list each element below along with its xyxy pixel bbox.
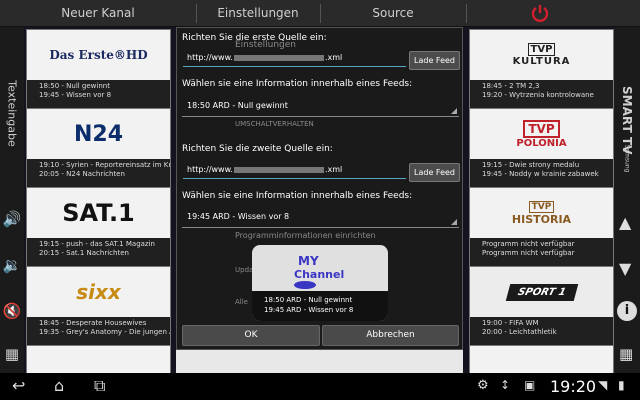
right-panel: SMART TV Samsung ▲ ▼ i ▦ xyxy=(614,27,640,373)
channel-tile-n24[interactable]: N24 19:10 - Syrien - Reportereinsatz im … xyxy=(26,108,171,188)
channel-logo: N24 xyxy=(27,109,170,159)
program-info: 19:15 - Dwie strony medalu 19:45 - Noddy … xyxy=(470,159,613,187)
volume-up-icon[interactable]: 🔊 xyxy=(0,207,24,231)
channel-logo: TVP POLONIA xyxy=(470,109,613,159)
left-panel: Texteingabe 🔊 🔉 🔇 ▦ xyxy=(0,27,24,373)
channel-logo: TVP HISTORIA xyxy=(470,188,613,238)
channel-logo: TVP KULTURA xyxy=(470,30,613,80)
system-nav-bar: ↩ ⌂ ⧉ ⚙ ↕ ▣ 19:20 ◥ ▮ xyxy=(0,373,640,400)
recent-apps-icon[interactable]: ⧉ xyxy=(94,376,105,396)
channel-logo: SAT.1 xyxy=(27,188,170,238)
chevron-up-icon[interactable]: ▲ xyxy=(619,213,631,232)
toast-info: 18:50 ARD - Null gewinnt 19:45 ARD - Wis… xyxy=(252,291,388,321)
channel-tile-tvp-polonia[interactable]: TVP POLONIA 19:15 - Dwie strony medalu 19… xyxy=(469,108,614,188)
channel-tile-sport1[interactable]: SPORT 1 19:00 - FIFA WM 20:00 - Leichtath… xyxy=(469,266,614,346)
ghost-alle: Alle xyxy=(235,298,248,306)
ghost-program: Programminformationen einrichten xyxy=(235,231,376,240)
volume-down-icon[interactable]: 🔉 xyxy=(0,253,24,277)
top-bar: Neuer Kanal Einstellungen Source xyxy=(0,0,640,27)
channel-logo: SPORT 1 xyxy=(470,267,613,317)
grid-icon[interactable]: ▦ xyxy=(619,345,633,363)
ghost-header: UMSCHALTVERHALTEN xyxy=(235,120,314,128)
cancel-button[interactable]: Abbrechen xyxy=(322,325,459,346)
program-info: Programm nicht verfügbar Programm nicht v… xyxy=(470,238,613,266)
load-feed-1-button[interactable]: Lade Feed xyxy=(409,51,460,70)
back-icon[interactable]: ↩ xyxy=(12,376,25,395)
divider xyxy=(466,4,467,23)
chevron-down-icon[interactable]: ▼ xyxy=(619,259,631,278)
tab-source[interactable]: Source xyxy=(320,0,466,27)
program-info: 19:15 - push - das SAT.1 Magazin 20:15 - … xyxy=(27,238,170,266)
channel-logo xyxy=(470,346,613,374)
info1-label: Wählen sie eine Information innerhalb ei… xyxy=(182,79,413,89)
load-feed-2-button[interactable]: Lade Feed xyxy=(409,163,460,182)
channel-tile-partial xyxy=(176,350,463,373)
channel-tile-partial[interactable] xyxy=(469,345,614,375)
channel-tile-das-erste[interactable]: Das Erste®HD 18:50 - Null gewinnt 19:45 -… xyxy=(26,29,171,109)
mute-icon[interactable]: 🔇 xyxy=(0,299,24,323)
battery-icon: ▮ xyxy=(618,378,625,392)
program-info: 18:50 - Null gewinnt 19:45 - Wissen vor 8 xyxy=(27,80,170,108)
tab-neuer-kanal[interactable]: Neuer Kanal xyxy=(0,0,196,27)
program-info: 19:10 - Syrien - Reportereinsatz im Krie… xyxy=(27,159,170,187)
source2-label: Richten Sie die zweite Quelle ein: xyxy=(182,144,333,154)
samsung-brand: Samsung xyxy=(623,144,631,173)
ok-button[interactable]: OK xyxy=(182,325,320,346)
source1-url-input[interactable]: http://www. .xml xyxy=(183,50,406,67)
channel-tile-sixx[interactable]: sixx 18:45 - Desperate Housewives 19:35 -… xyxy=(26,266,171,346)
channel-tile-tvp-kultura[interactable]: TVP KULTURA 18:45 - 2 TM 2,3 19:20 - Wytr… xyxy=(469,29,614,109)
source1-label: Richten Sie die erste Quelle ein: xyxy=(182,33,327,43)
info2-label: Wählen sie eine Information innerhalb ei… xyxy=(182,191,413,201)
channel-tile-tvp-historia[interactable]: TVP HISTORIA Programm nicht verfügbar Pro… xyxy=(469,187,614,267)
my-channel-logo: MY Channel xyxy=(288,254,358,289)
channel-logo: sixx xyxy=(27,267,170,317)
home-icon[interactable]: ⌂ xyxy=(54,376,64,395)
channel-tile-sat1[interactable]: SAT.1 19:15 - push - das SAT.1 Magazin 20… xyxy=(26,187,171,267)
grid-icon[interactable]: ▦ xyxy=(0,342,24,366)
usb-icon: ↕ xyxy=(500,378,511,392)
wifi-icon: ◥ xyxy=(598,378,608,392)
program-info: 18:45 - Desperate Housewives 19:35 - Grey… xyxy=(27,317,170,345)
tab-einstellungen[interactable]: Einstellungen xyxy=(196,0,320,27)
power-icon[interactable] xyxy=(530,3,550,23)
info2-dropdown[interactable]: 19:45 ARD - Wissen vor 8 xyxy=(182,206,459,228)
info1-dropdown[interactable]: 18:50 ARD - Null gewinnt xyxy=(182,95,459,117)
channel-logo xyxy=(27,346,170,374)
image-icon: ▣ xyxy=(524,378,536,392)
clock: 19:20 xyxy=(550,377,597,396)
preview-toast: MY Channel 18:50 ARD - Null gewinnt 19:4… xyxy=(252,245,388,321)
channel-tile-partial[interactable] xyxy=(26,345,171,375)
program-info: 19:00 - FIFA WM 20:00 - Leichtathletik xyxy=(470,317,613,345)
channel-logo: Das Erste®HD xyxy=(27,30,170,80)
info-icon[interactable]: i xyxy=(617,301,637,321)
texteingabe-label[interactable]: Texteingabe xyxy=(6,78,19,150)
android-debug-icon: ⚙ xyxy=(477,378,489,393)
program-info: 18:45 - 2 TM 2,3 19:20 - Wytrzenia kontro… xyxy=(470,80,613,108)
source2-url-input[interactable]: http://www. .xml xyxy=(183,162,406,179)
